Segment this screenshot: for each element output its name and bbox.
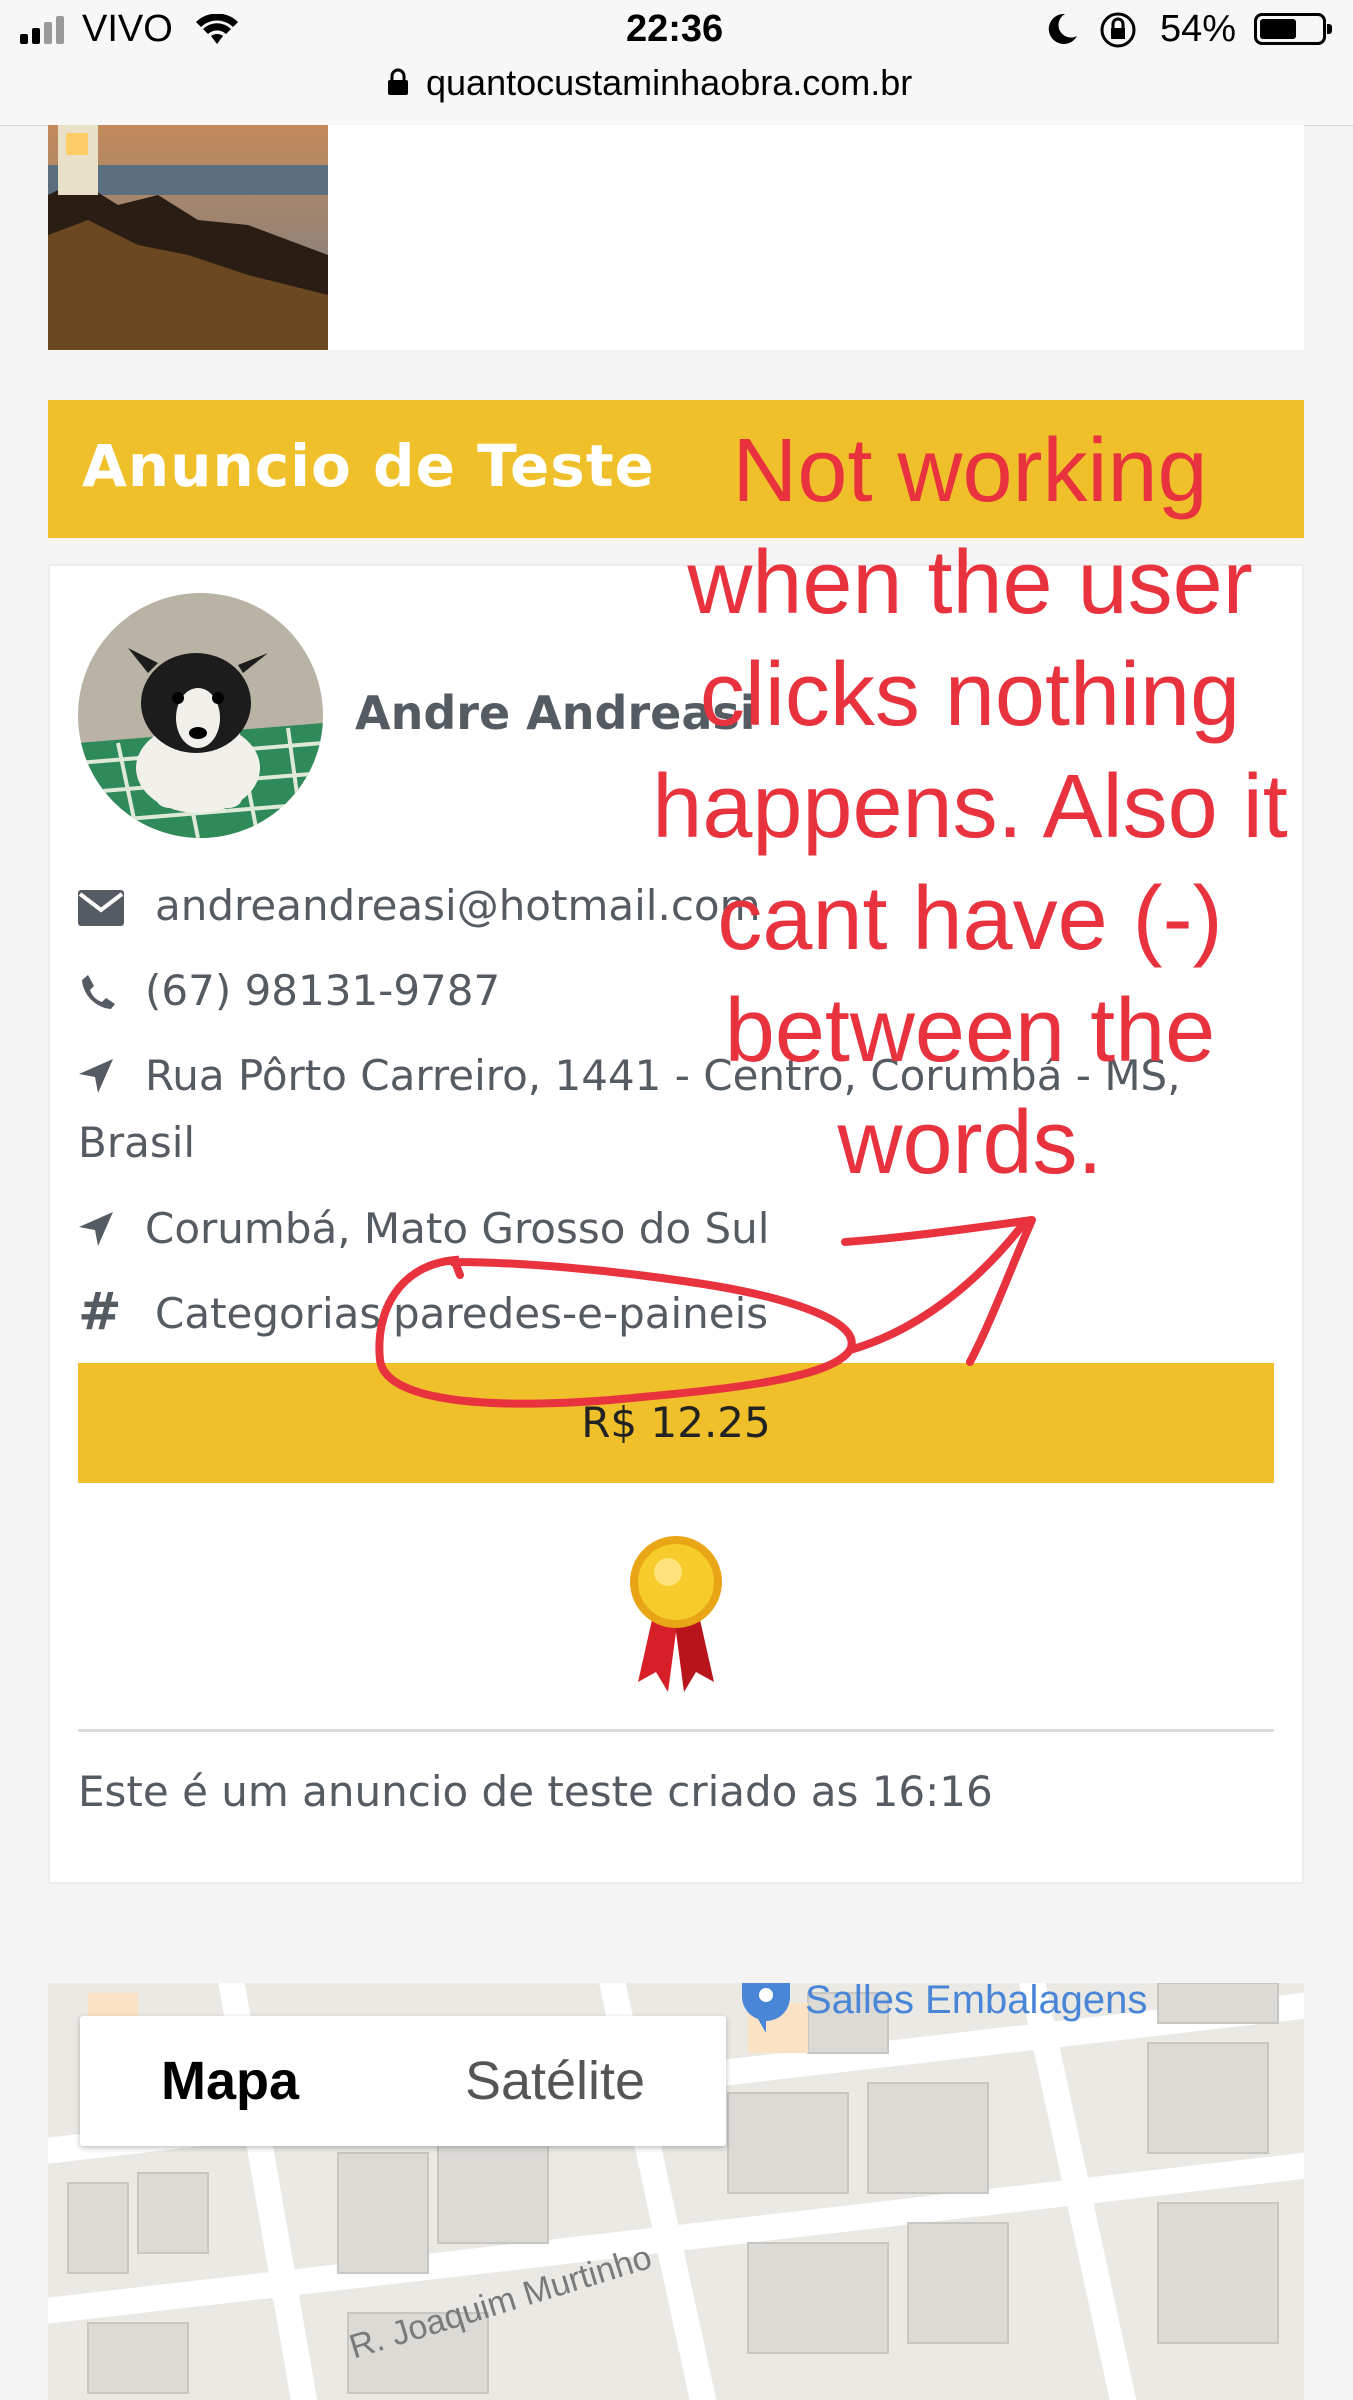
wifi-icon <box>196 14 238 44</box>
address-line-2: Brasil <box>78 1118 196 1167</box>
avatar[interactable] <box>78 593 323 838</box>
categories-label: Categorias <box>155 1289 382 1338</box>
award-ribbon-icon <box>630 1536 722 1692</box>
clock: 22:36 <box>626 8 724 50</box>
map-poi-label[interactable]: Salles Embalagens <box>805 1978 1147 2023</box>
annotation-line: cant have (-) <box>717 869 1223 969</box>
battery-percent: 54% <box>1160 8 1237 50</box>
location-arrow-icon <box>79 1059 113 1093</box>
annotation-line: when the user <box>687 533 1253 633</box>
contact-phone[interactable]: (67) 98131-9787 <box>145 966 500 1015</box>
map-type-toggle: Mapa Satélite <box>80 2016 726 2146</box>
envelope-icon <box>78 890 124 926</box>
phone-icon <box>82 975 115 1009</box>
lock-icon <box>388 68 408 95</box>
map-pin-icon[interactable] <box>738 1983 794 2033</box>
listing-description: Este é um anuncio de teste criado as 16:… <box>78 1767 993 1816</box>
hashtag-icon: # <box>78 1282 122 1342</box>
annotation-line: happens. Also it <box>652 757 1288 857</box>
annotation-text: Not working when the user clicks nothing… <box>600 415 1340 1199</box>
divider <box>78 1729 1274 1732</box>
status-bar: VIVO 22:36 54% quantocustaminhaobra.com.… <box>0 0 1353 126</box>
listing-title: Anuncio de Teste <box>82 432 655 500</box>
rotation-lock-icon <box>1100 12 1136 48</box>
annotation-line: words. <box>837 1093 1103 1193</box>
location-arrow-icon <box>79 1212 113 1246</box>
map-tab-map[interactable]: Mapa <box>80 2016 380 2146</box>
address-bar-url[interactable]: quantocustaminhaobra.com.br <box>426 62 912 104</box>
annotation-line: clicks nothing <box>699 645 1241 745</box>
listing-thumbnail[interactable] <box>48 125 328 350</box>
carrier-label: VIVO <box>82 8 173 50</box>
annotation-line: between the <box>724 981 1216 1081</box>
signal-icon <box>20 16 70 44</box>
battery-icon <box>1254 13 1332 45</box>
moon-icon <box>1048 13 1077 44</box>
map-tab-satellite[interactable]: Satélite <box>390 2016 720 2146</box>
annotation-circle-arrow <box>375 1216 1036 1408</box>
annotation-line: Not working <box>732 421 1208 521</box>
